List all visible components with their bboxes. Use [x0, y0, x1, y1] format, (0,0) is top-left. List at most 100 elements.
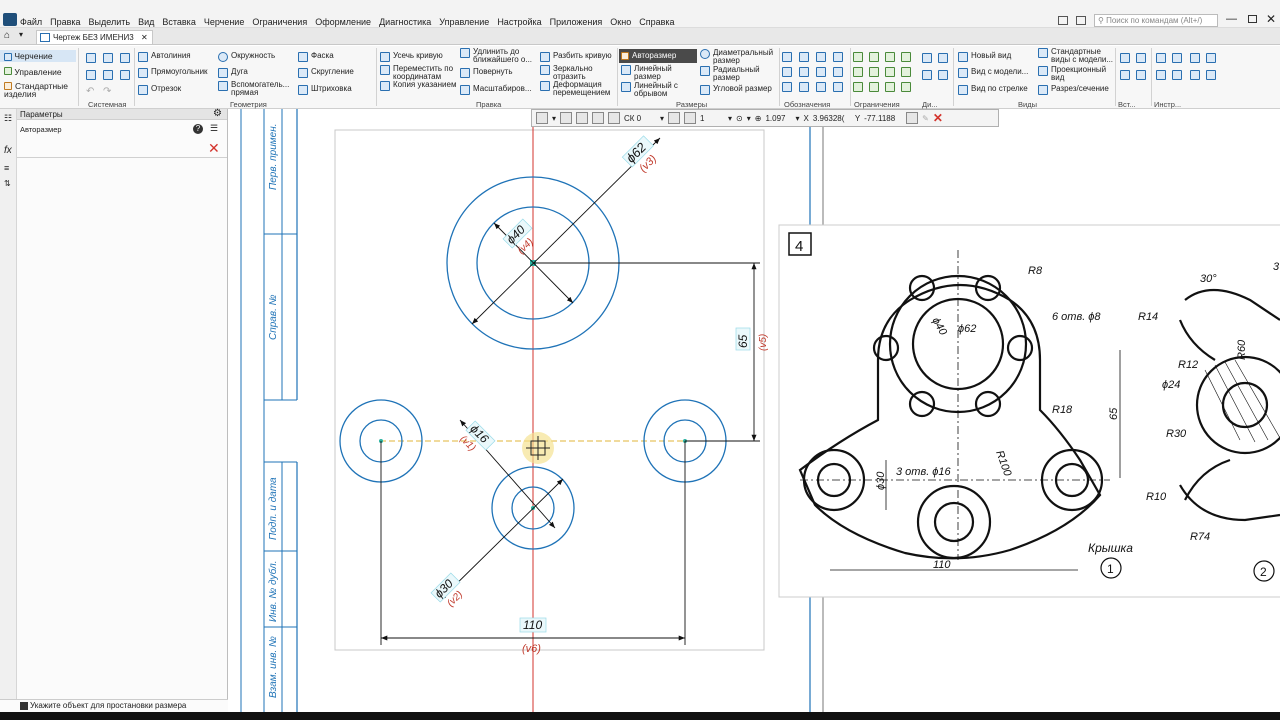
drawing-canvas[interactable]: Перв. примен. Справ. № Подп. и дата Инв.…: [229, 109, 1280, 712]
insert-icon[interactable]: [1120, 70, 1130, 80]
mark-icon[interactable]: [816, 67, 826, 77]
tool-icon[interactable]: [1190, 70, 1200, 80]
chamfer-button[interactable]: Фаска: [298, 52, 334, 62]
menu-item-constraints[interactable]: Ограничения: [252, 17, 307, 27]
fillet-button[interactable]: Скругление: [298, 68, 354, 78]
cs-field[interactable]: СК 0: [624, 114, 656, 123]
diag-icon[interactable]: [938, 53, 948, 63]
view-arrow-button[interactable]: Вид по стрелке: [958, 85, 1028, 95]
constraint-icon[interactable]: [885, 82, 895, 92]
menu-item-help[interactable]: Справка: [639, 17, 674, 27]
mode-manage[interactable]: Управление: [4, 67, 62, 77]
menu-item-window[interactable]: Окно: [610, 17, 631, 27]
deform-button[interactable]: Деформация перемещением: [540, 81, 618, 97]
copy-button[interactable]: Копия указанием: [380, 81, 458, 91]
section-mark-icon[interactable]: [833, 82, 843, 92]
dropdown-icon[interactable]: ▾: [19, 30, 23, 39]
menu-item-insert[interactable]: Вставка: [162, 17, 195, 27]
text-t-icon[interactable]: [782, 82, 792, 92]
snap-icon[interactable]: [536, 112, 548, 124]
dropdown-icon[interactable]: ▾: [747, 114, 751, 123]
minimize-icon[interactable]: —: [1226, 13, 1237, 25]
arc-button[interactable]: Дуга: [218, 68, 248, 78]
tool-icon[interactable]: [1156, 70, 1166, 80]
symbol-icon[interactable]: [816, 82, 826, 92]
diametral-dim-button[interactable]: Диаметральный размер: [700, 49, 778, 65]
new-doc-icon[interactable]: [86, 53, 96, 63]
save-all-icon[interactable]: [120, 70, 130, 80]
constraint-icon[interactable]: [869, 67, 879, 77]
leader-icon[interactable]: [816, 52, 826, 62]
zoom-in-icon[interactable]: ⊕: [755, 114, 762, 123]
constraint-icon[interactable]: [869, 52, 879, 62]
cancel-command-icon[interactable]: ✕: [208, 140, 220, 157]
snap-grid-icon[interactable]: [576, 112, 589, 124]
rectangle-button[interactable]: Прямоугольник: [138, 68, 208, 78]
dropdown-icon[interactable]: ▾: [552, 114, 556, 123]
step-icon[interactable]: [668, 112, 681, 124]
drawing-svg[interactable]: Перв. примен. Справ. № Подп. и дата Инв.…: [229, 109, 1280, 712]
menu-item-settings[interactable]: Настройка: [497, 17, 541, 27]
scale-field[interactable]: 1: [700, 114, 724, 123]
x-coordinate[interactable]: 3.96328(: [813, 114, 851, 123]
zoom-icon[interactable]: ⊙: [736, 114, 743, 123]
linear-dim-button[interactable]: Линейный размер: [621, 65, 697, 81]
document-tab[interactable]: Чертеж БЕЗ ИМЕНИ3 ✕: [36, 30, 153, 44]
insert-icon[interactable]: [1136, 53, 1146, 63]
mode-std-parts[interactable]: Стандартные изделия: [4, 82, 74, 98]
hatch-button[interactable]: Штриховка: [298, 85, 352, 95]
table-icon[interactable]: [799, 82, 809, 92]
local-cs-icon[interactable]: [684, 112, 697, 124]
y-coordinate[interactable]: -77.1188: [864, 114, 902, 123]
mode-drafting[interactable]: Черчение: [0, 50, 76, 62]
undo-icon[interactable]: ↶: [86, 86, 94, 97]
diag-icon[interactable]: [938, 70, 948, 80]
circle-button[interactable]: Окружность: [218, 52, 275, 62]
grid-icon[interactable]: [608, 112, 621, 124]
layout-icon[interactable]: [1058, 16, 1068, 25]
print-icon[interactable]: [86, 70, 96, 80]
linear-break-button[interactable]: Линейный с обрывом: [621, 82, 697, 98]
order-icon[interactable]: ⇅: [4, 179, 11, 188]
tool-icon[interactable]: [1172, 70, 1182, 80]
proj-view-button[interactable]: Проекционный вид: [1038, 66, 1118, 82]
tool-icon[interactable]: [1190, 53, 1200, 63]
mirror-button[interactable]: Зеркально отразить: [540, 65, 616, 81]
diag-icon[interactable]: [922, 53, 932, 63]
view-from-model-button[interactable]: Вид с модели...: [958, 68, 1028, 78]
zoom-field[interactable]: 1.097: [765, 114, 791, 123]
dropdown-icon[interactable]: ▾: [795, 114, 799, 123]
screen-icon[interactable]: [1076, 16, 1086, 25]
rotate-button[interactable]: Повернуть: [460, 68, 513, 78]
tab-close-icon[interactable]: ✕: [141, 33, 148, 42]
base-icon[interactable]: [799, 52, 809, 62]
layers-icon[interactable]: ≡: [4, 163, 9, 173]
std-views-button[interactable]: Стандартные виды с модели...: [1038, 48, 1118, 64]
insert-icon[interactable]: [1136, 70, 1146, 80]
properties-icon[interactable]: [103, 70, 113, 80]
restore-icon[interactable]: [1248, 15, 1257, 23]
menu-item-apps[interactable]: Приложения: [550, 17, 603, 27]
constraint-icon[interactable]: [869, 82, 879, 92]
pointer-icon[interactable]: [592, 112, 605, 124]
tool-icon[interactable]: [1156, 53, 1166, 63]
section-button[interactable]: Разрез/сечение: [1038, 85, 1109, 95]
insert-icon[interactable]: [1120, 53, 1130, 63]
radial-dim-button[interactable]: Радиальный размер: [700, 66, 778, 82]
diag-icon[interactable]: [922, 70, 932, 80]
constraint-icon[interactable]: [885, 52, 895, 62]
menu-item-view[interactable]: Вид: [138, 17, 154, 27]
fx-icon[interactable]: fx: [4, 145, 12, 156]
ortho-icon[interactable]: [560, 112, 573, 124]
tool-icon[interactable]: [1206, 70, 1216, 80]
menu-item-manage[interactable]: Управление: [439, 17, 489, 27]
tree-icon[interactable]: ☷: [4, 113, 12, 124]
tree-view-icon[interactable]: ☰: [210, 123, 218, 134]
open-icon[interactable]: [103, 53, 113, 63]
constraint-icon[interactable]: [853, 52, 863, 62]
home-icon[interactable]: ⌂: [4, 30, 10, 41]
new-view-button[interactable]: Новый вид: [958, 52, 1011, 62]
constraint-icon[interactable]: [901, 67, 911, 77]
menu-item-design[interactable]: Оформление: [315, 17, 371, 27]
menu-item-edit[interactable]: Правка: [50, 17, 80, 27]
